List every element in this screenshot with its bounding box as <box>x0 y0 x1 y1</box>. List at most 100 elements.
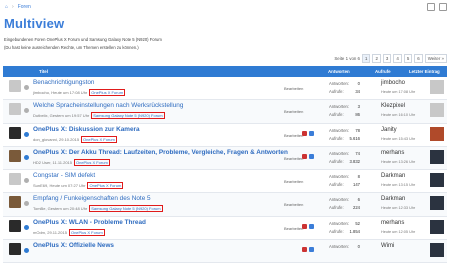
edit-link[interactable]: Bearbeiten <box>284 179 303 184</box>
page-1[interactable]: 1 <box>362 54 371 63</box>
answers-count: 78 <box>355 127 360 133</box>
forum-tag[interactable]: Samsung Galaxy Note 5 (N920) Forum <box>89 205 163 213</box>
thread-status-icon <box>24 85 29 90</box>
last-post-user[interactable]: Klezpixel <box>381 103 405 109</box>
last-post-avatar[interactable] <box>430 80 444 94</box>
thread-title-link[interactable]: Benachrichtigungston <box>33 79 94 86</box>
thread-author-date[interactable]: Dutbelix, Gestern um 19:57 Uhr <box>33 113 89 118</box>
last-post-user[interactable]: merhans <box>381 150 404 156</box>
menu-icon[interactable] <box>439 3 447 11</box>
page-3[interactable]: 3 <box>382 54 392 63</box>
header-answers[interactable]: Antworten <box>328 69 350 74</box>
author-avatar[interactable] <box>9 126 21 139</box>
header-views[interactable]: Aufrufe <box>375 69 391 74</box>
thread-title-link[interactable]: Empfang / Funkeigenschaften des Note 5 <box>33 195 151 202</box>
views-label: Aufrufe: <box>329 89 344 94</box>
last-post-time[interactable]: Heute um 13:15 Uhr <box>381 183 415 187</box>
last-post-time[interactable]: Heute um 12:33 Uhr <box>381 206 415 210</box>
last-post-avatar[interactable] <box>430 126 444 141</box>
last-post-avatar[interactable] <box>430 149 444 164</box>
page-2[interactable]: 2 <box>372 54 381 63</box>
pagination: Seite 1 von 6 1 2 3 4 5 6 Weiter » <box>334 54 447 63</box>
forum-tag[interactable]: OnePlus X Forum <box>68 228 105 236</box>
author-avatar[interactable] <box>9 149 21 162</box>
last-post-time[interactable]: Heute um 16:10 Uhr <box>381 113 415 117</box>
thread-title-link[interactable]: OnePlus X: WLAN - Probleme Thread <box>33 219 146 226</box>
forum-tag[interactable]: OnePlus X Forum <box>74 158 110 166</box>
permission-notice: (Du hast keine ausreichenden Rechte, um … <box>4 45 139 50</box>
answers-label: Antworten: <box>329 127 350 133</box>
edit-link[interactable]: Bearbeiten <box>284 202 303 207</box>
last-post-time[interactable]: Heute um 15:43 Uhr <box>381 137 415 141</box>
forum-tag[interactable]: OnePlus X Forum <box>81 135 117 143</box>
edit-link[interactable]: Bearbeiten <box>284 109 303 114</box>
thread-author-date[interactable]: jimbocho, Heute um 17:08 Uhr <box>33 90 87 95</box>
answers-count: 74 <box>355 150 360 156</box>
forum-tag[interactable]: Samsung Galaxy Note 5 (N920) Forum <box>91 112 165 120</box>
author-avatar[interactable] <box>9 80 21 92</box>
table-row[interactable]: Welche Spracheinstellungen nach Werksrüc… <box>3 100 447 124</box>
thread-title-link[interactable]: Welche Spracheinstellungen nach Werksrüc… <box>33 102 183 109</box>
thread-title-link[interactable]: OnePlus X: Diskussion zur Kamera <box>33 126 140 133</box>
forum-tag[interactable]: OnePlus X Forum <box>89 89 126 96</box>
page-4[interactable]: 4 <box>393 54 402 63</box>
page-6[interactable]: 6 <box>414 54 423 63</box>
last-post-user[interactable]: jimbocho <box>381 80 405 86</box>
last-post-avatar[interactable] <box>430 196 444 211</box>
table-row[interactable]: Empfang / Funkeigenschaften des Note 5 To… <box>3 193 447 217</box>
edit-link[interactable]: Bearbeiten <box>284 226 303 231</box>
author-avatar[interactable] <box>9 173 21 186</box>
last-post-user[interactable]: Janity <box>381 127 397 133</box>
table-row[interactable]: OnePlus X: Diskussion zur Kamera don_giov… <box>3 123 447 147</box>
table-row[interactable]: Benachrichtigungston jimbocho, Heute um 1… <box>3 77 447 101</box>
last-post-avatar[interactable] <box>430 219 444 234</box>
table-row[interactable]: OnePlus X: Offizielle News Antworten: 0 Wim… <box>3 240 447 264</box>
views-count: 224 <box>353 205 360 211</box>
edit-link[interactable]: Bearbeiten <box>284 86 303 91</box>
header-last-entry[interactable]: Letzter Eintrag <box>409 69 440 74</box>
edit-link[interactable]: Bearbeiten <box>284 156 303 161</box>
author-avatar[interactable] <box>9 103 21 116</box>
answers-label: Antworten: <box>329 174 350 180</box>
home-icon[interactable]: ⌂ <box>5 4 8 10</box>
page-5[interactable]: 5 <box>403 54 413 63</box>
views-count: 86 <box>355 112 360 118</box>
edit-link[interactable]: Bearbeiten <box>284 133 303 138</box>
table-row[interactable]: OnePlus X: WLAN - Probleme Thread mOdm, 2… <box>3 216 447 241</box>
last-post-time[interactable]: Heute um 13:26 Uhr <box>381 160 415 164</box>
thread-author-date[interactable]: TomBe, Gestern um 20:48 Uhr <box>33 206 87 211</box>
table-row[interactable]: Congstar - SIM defekt SunE69, Heute um 07… <box>3 170 447 194</box>
thread-status-icon <box>24 108 29 114</box>
last-post-user[interactable]: merhans <box>381 220 404 226</box>
last-post-user[interactable]: Wimi <box>381 243 394 249</box>
edit-icon[interactable] <box>427 3 435 11</box>
answers-count: 0 <box>357 81 360 86</box>
thread-author-date[interactable]: mOdm, 29.11.2015 <box>33 230 67 235</box>
author-avatar[interactable] <box>9 243 21 256</box>
attachment-icon <box>309 130 314 136</box>
breadcrumb-item-foren[interactable]: Foren <box>18 4 31 10</box>
author-avatar[interactable] <box>9 196 21 209</box>
header-title[interactable]: Titel <box>39 69 48 74</box>
table-row[interactable]: OnePlus X: Der Akku Thread: Laufzeiten, … <box>3 146 447 171</box>
thread-title-link[interactable]: Congstar - SIM defekt <box>33 172 95 179</box>
forum-tag[interactable]: OnePlus X Forum <box>87 182 124 190</box>
thread-title-link[interactable]: OnePlus X: Offizielle News <box>33 242 114 249</box>
views-label: Aufrufe: <box>329 158 344 164</box>
next-page-button[interactable]: Weiter » <box>424 54 447 63</box>
author-avatar[interactable] <box>9 219 21 232</box>
thread-meta: SunE69, Heute um 07:27 Uhr OnePlus X Foru… <box>33 182 124 190</box>
thread-author-date[interactable]: HD2 User, 11.11.2015 <box>33 160 72 165</box>
last-post-avatar[interactable] <box>430 243 444 258</box>
last-post-time[interactable]: Heute um 17:08 Uhr <box>381 90 415 94</box>
thread-author-date[interactable]: SunE69, Heute um 07:27 Uhr <box>33 183 85 188</box>
last-post-avatar[interactable] <box>430 173 444 188</box>
last-post-user[interactable]: Darkman <box>381 173 405 179</box>
last-post-avatar[interactable] <box>430 103 444 118</box>
last-post-time[interactable]: Heute um 12:05 Uhr <box>381 230 415 234</box>
answers-label: Antworten: <box>329 197 350 203</box>
thread-author-date[interactable]: don_giovanni, 29.10.2015 <box>33 137 79 142</box>
views-count: 34 <box>355 89 360 94</box>
thread-title-link[interactable]: OnePlus X: Der Akku Thread: Laufzeiten, … <box>33 149 288 156</box>
last-post-user[interactable]: Darkman <box>381 196 405 202</box>
